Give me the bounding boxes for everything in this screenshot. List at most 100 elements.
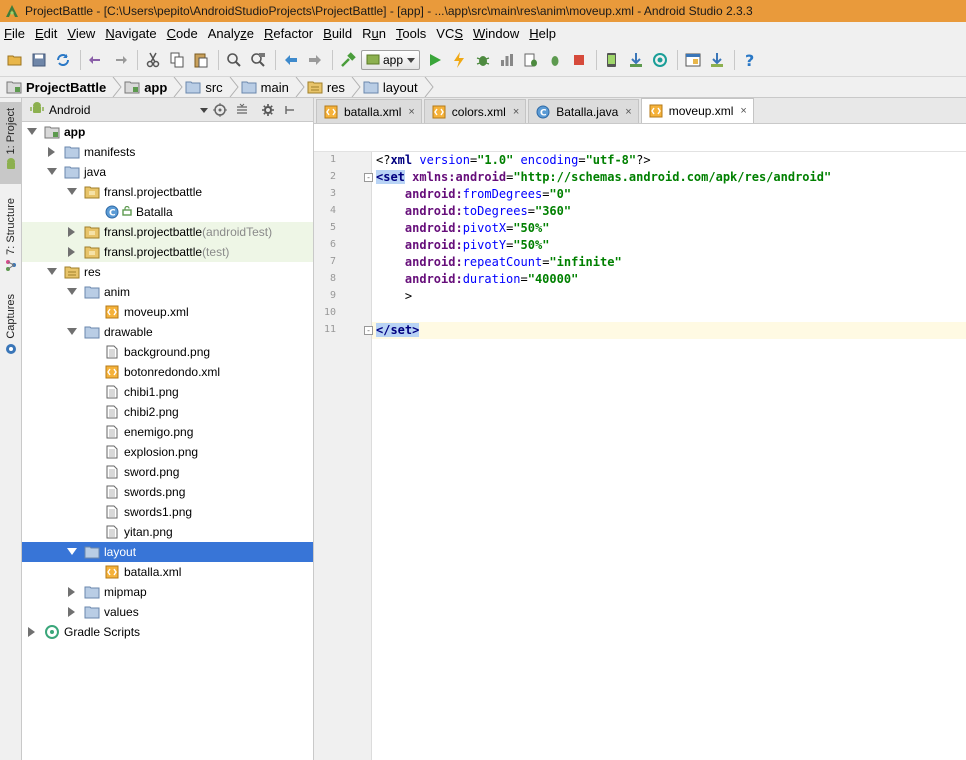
tab-captures-tool-window[interactable]: Captures [0,290,21,356]
sdk-manager-icon[interactable] [625,49,647,71]
breadcrumb-item[interactable]: ProjectBattle [6,76,122,98]
close-icon[interactable]: × [740,105,746,117]
tree-node[interactable]: botonredondo.xml [22,362,313,382]
avd-manager-icon[interactable] [601,49,623,71]
tree-node[interactable]: swords1.png [22,502,313,522]
project-view-select[interactable]: Android [30,101,208,118]
tree-node[interactable]: yitan.png [22,522,313,542]
tree-node[interactable]: app [22,122,313,142]
code-line[interactable]: android:duration="40000" [376,271,578,288]
collapsed-arrow-icon[interactable] [66,246,78,258]
editor-tab[interactable]: batalla.xml × [316,99,422,123]
tree-node[interactable]: drawable [22,322,313,342]
tree-node[interactable]: C Batalla [22,202,313,222]
collapsed-arrow-icon[interactable] [26,626,38,638]
collapsed-arrow-icon[interactable] [66,226,78,238]
save-icon[interactable] [28,49,50,71]
menu-item[interactable]: Tools [396,26,426,41]
menu-item[interactable]: Edit [35,26,57,41]
code-line[interactable]: > [376,288,412,305]
close-icon[interactable]: × [625,106,631,118]
breadcrumb-item[interactable]: res [307,76,361,98]
menu-item[interactable]: Navigate [105,26,156,41]
tree-node[interactable]: fransl.projectbattle (androidTest) [22,222,313,242]
back-icon[interactable] [280,49,302,71]
code-line[interactable]: <set xmlns:android="http://schemas.andro… [376,169,831,186]
tree-node[interactable]: fransl.projectbattle (test) [22,242,313,262]
hide-panel-icon[interactable] [280,100,300,120]
breadcrumb-item[interactable]: src [185,76,239,98]
code-line[interactable]: </set> [376,322,420,339]
debug-icon[interactable] [472,49,494,71]
tree-node[interactable]: chibi1.png [22,382,313,402]
make-project-icon[interactable] [337,49,359,71]
tree-node[interactable]: layout [22,542,313,562]
tree-node[interactable]: enemigo.png [22,422,313,442]
sync-icon[interactable] [52,49,74,71]
expanded-arrow-icon[interactable] [46,166,58,178]
expanded-arrow-icon[interactable] [66,186,78,198]
collapsed-arrow-icon[interactable] [66,606,78,618]
tree-node[interactable]: batalla.xml [22,562,313,582]
menu-item[interactable]: View [67,26,95,41]
code-line[interactable]: android:repeatCount="infinite" [376,254,622,271]
paste-icon[interactable] [190,49,212,71]
gear-icon[interactable] [258,100,278,120]
menu-item[interactable]: Help [529,26,556,41]
attach-debugger-icon[interactable] [520,49,542,71]
menu-item[interactable]: Analyze [208,26,254,41]
replace-icon[interactable] [247,49,269,71]
code-line[interactable]: android:pivotY="50%" [376,237,550,254]
forward-icon[interactable] [304,49,326,71]
redo-icon[interactable] [109,49,131,71]
fold-marker-icon[interactable]: - [364,326,373,335]
tree-node[interactable]: manifests [22,142,313,162]
tree-node[interactable]: swords.png [22,482,313,502]
fold-marker-icon[interactable]: - [364,173,373,182]
tab-structure-tool-window[interactable]: 7: Structure [0,194,21,278]
undo-icon[interactable] [85,49,107,71]
menu-item[interactable]: Window [473,26,519,41]
stop-icon[interactable] [568,49,590,71]
tree-node[interactable]: Gradle Scripts [22,622,313,642]
tab-project-tool-window[interactable]: 1: Project [0,102,21,184]
tree-node[interactable]: explosion.png [22,442,313,462]
tree-node[interactable]: mipmap [22,582,313,602]
menu-item[interactable]: Refactor [264,26,313,41]
project-structure-icon[interactable] [682,49,704,71]
menu-item[interactable]: File [4,26,25,41]
code-editor[interactable]: 1 2 3 4 5 6 7 8 9 10 11 - - <?xml version = "1.0" enco… [314,152,966,760]
gradle-sync-icon[interactable] [706,49,728,71]
expanded-arrow-icon[interactable] [66,326,78,338]
tree-node[interactable]: background.png [22,342,313,362]
tree-node[interactable]: moveup.xml [22,302,313,322]
code-line[interactable]: android:toDegrees="360" [376,203,571,220]
scroll-from-source-icon[interactable] [210,100,230,120]
expanded-arrow-icon[interactable] [66,546,78,558]
breadcrumb-item[interactable]: main [241,76,305,98]
tree-node[interactable]: chibi2.png [22,402,313,422]
android-device-monitor-icon[interactable] [649,49,671,71]
code-line[interactable]: android:fromDegrees="0" [376,186,571,203]
tree-node[interactable]: java [22,162,313,182]
expanded-arrow-icon[interactable] [66,286,78,298]
profile-icon[interactable] [496,49,518,71]
open-folder-icon[interactable] [4,49,26,71]
breadcrumb-item[interactable]: app [124,76,183,98]
tree-node[interactable]: values [22,602,313,622]
tree-node[interactable]: sword.png [22,462,313,482]
debug-bug-icon[interactable] [544,49,566,71]
menu-item[interactable]: Run [362,26,386,41]
menu-item[interactable]: VCS [436,26,463,41]
tree-node[interactable]: res [22,262,313,282]
editor-tab[interactable]: colors.xml × [423,99,527,123]
editor-tab[interactable]: moveup.xml × [640,98,754,123]
breadcrumb-item[interactable]: layout [363,76,434,98]
tree-node[interactable]: fransl.projectbattle [22,182,313,202]
code-line[interactable]: <?xml version="1.0" encoding="utf-8"?> [376,152,651,169]
collapsed-arrow-icon[interactable] [46,146,58,158]
cut-icon[interactable] [142,49,164,71]
run-configuration-select[interactable]: app [361,50,421,70]
collapsed-arrow-icon[interactable] [66,586,78,598]
editor-tab[interactable]: C Batalla.java × [528,99,639,123]
